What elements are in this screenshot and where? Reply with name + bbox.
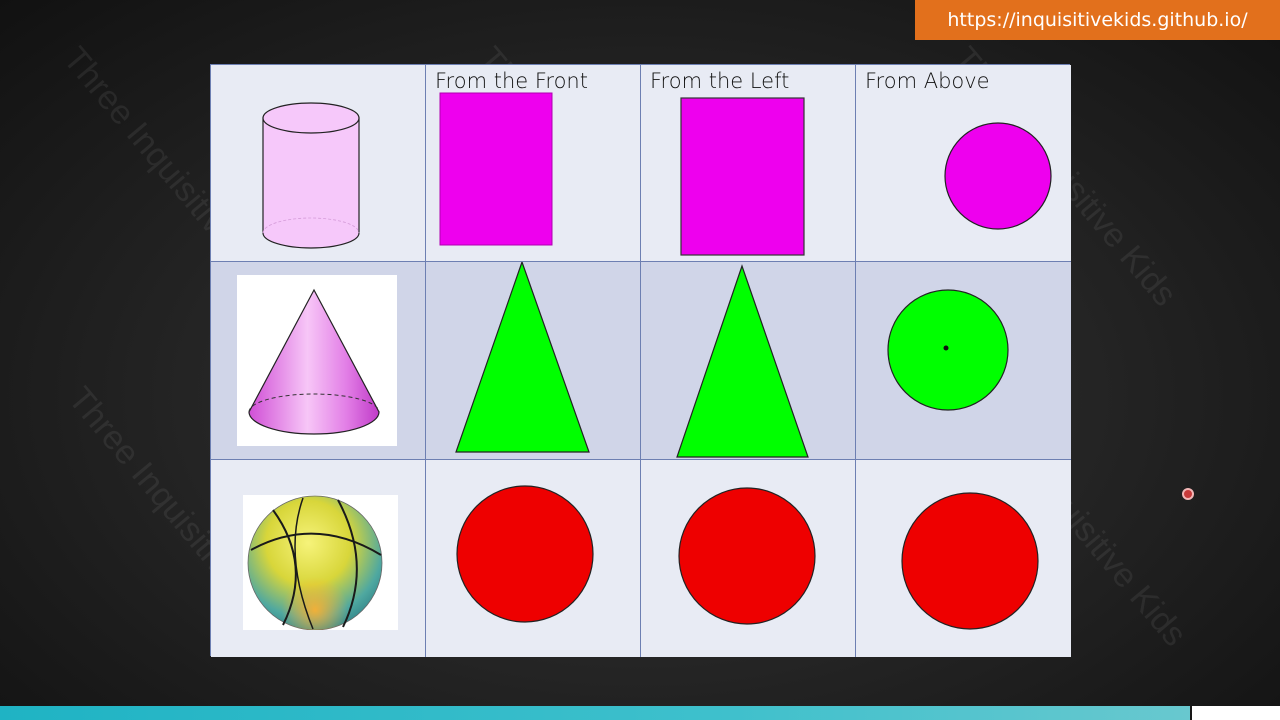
cell-ball-object	[211, 460, 426, 657]
circle-shape	[678, 487, 816, 625]
cell-cone-object	[211, 262, 426, 460]
triangle-shape	[676, 264, 809, 458]
rectangle-shape	[680, 97, 805, 256]
footer-corner	[1192, 706, 1280, 720]
cone-image	[237, 275, 397, 446]
cylinder-icon	[262, 102, 360, 249]
cell-cone-above	[856, 262, 1071, 460]
website-url-text: https://inquisitivekids.github.io/	[947, 9, 1248, 31]
cell-cylinder-above: From Above	[856, 65, 1071, 262]
cursor-indicator-icon	[1182, 488, 1194, 500]
cell-cylinder-object	[211, 65, 426, 262]
cell-cylinder-front: From the Front	[426, 65, 641, 262]
cell-ball-left	[641, 460, 856, 657]
ball-image	[243, 495, 398, 630]
circle-with-center-dot-shape	[887, 289, 1009, 411]
triangle-shape	[455, 262, 590, 453]
website-url-banner[interactable]: https://inquisitivekids.github.io/	[915, 0, 1280, 40]
cell-ball-above	[856, 460, 1071, 657]
cell-cylinder-left: From the Left	[641, 65, 856, 262]
footer-progress-bar	[0, 706, 1190, 720]
circle-shape	[944, 122, 1052, 230]
circle-shape	[901, 492, 1039, 630]
views-table: From the Front From the Left From Above	[210, 64, 1071, 657]
circle-shape	[456, 485, 594, 623]
cell-cone-left	[641, 262, 856, 460]
cone-icon	[248, 288, 380, 435]
rectangle-shape	[439, 92, 553, 246]
cell-cone-front	[426, 262, 641, 460]
ball-icon	[247, 495, 383, 630]
cell-ball-front	[426, 460, 641, 657]
